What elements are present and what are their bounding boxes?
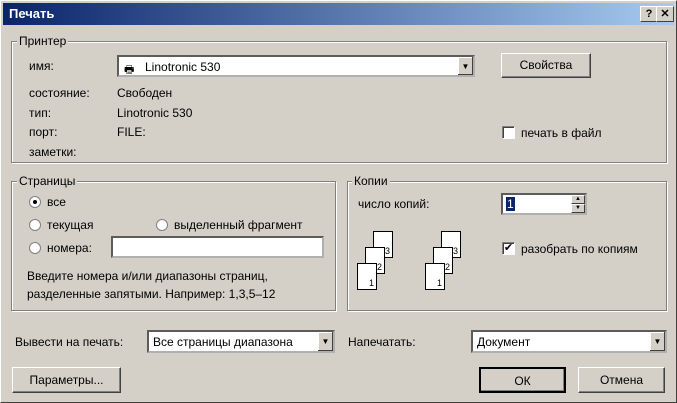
options-button-label: Параметры... — [29, 373, 104, 387]
window-title: Печать — [9, 6, 55, 21]
chevron-down-icon[interactable]: ▼ — [649, 332, 665, 351]
copies-count-input[interactable]: 1 ▲ ▼ — [501, 193, 587, 215]
copies-count-value: 1 — [506, 197, 515, 211]
title-bar: Печать ? ✕ — [3, 3, 674, 25]
print-value: Документ — [477, 335, 531, 349]
port-label: порт: — [29, 125, 58, 139]
collate-checkbox[interactable]: ✔ — [502, 242, 515, 255]
port-value: FILE: — [117, 125, 146, 139]
notes-label: заметки: — [29, 145, 77, 159]
pages-selection-radio[interactable] — [156, 219, 168, 231]
spin-up-button[interactable]: ▲ — [571, 195, 585, 204]
pages-all-radio[interactable] — [29, 196, 41, 208]
pages-selection-label[interactable]: выделенный фрагмент — [174, 218, 303, 232]
pages-numbers-radio[interactable] — [29, 242, 41, 254]
ok-button-label: ОК — [514, 374, 531, 388]
page-numbers-input[interactable] — [111, 236, 324, 258]
status-label: состояние: — [29, 86, 90, 100]
status-value: Свободен — [117, 86, 173, 100]
printer-legend: Принтер — [17, 34, 69, 48]
pages-numbers-label[interactable]: номера: — [47, 241, 92, 255]
collate-label[interactable]: разобрать по копиям — [521, 242, 638, 256]
print-what-select[interactable]: Все страницы диапазона ▼ — [147, 330, 335, 353]
printer-name-value: Linotronic 530 — [145, 60, 221, 74]
ok-button[interactable]: ОК — [479, 367, 566, 393]
printer-icon: 🖶 — [124, 64, 135, 76]
chevron-down-icon[interactable]: ▼ — [457, 57, 473, 75]
properties-button[interactable]: Свойства — [501, 53, 591, 78]
print-select[interactable]: Документ ▼ — [471, 330, 667, 353]
pages-hint-line2: разделенные запятыми. Например: 1,3,5–12 — [27, 287, 276, 301]
print-label: Напечатать: — [348, 335, 416, 349]
cancel-button-label: Отмена — [599, 373, 644, 387]
copies-legend: Копии — [352, 174, 390, 188]
cancel-button[interactable]: Отмена — [578, 367, 665, 393]
pages-hint-line1: Введите номера и/или диапазоны страниц, — [27, 269, 268, 283]
printer-name-select[interactable]: 🖶 Linotronic 530 ▼ — [117, 55, 475, 77]
pages-current-label[interactable]: текущая — [47, 218, 93, 232]
page-icon: 1 — [357, 263, 377, 290]
spin-down-button[interactable]: ▼ — [571, 204, 585, 213]
print-what-label: Вывести на печать: — [15, 335, 124, 349]
options-button[interactable]: Параметры... — [12, 367, 121, 393]
type-value: Linotronic 530 — [117, 106, 193, 120]
copies-spinner[interactable]: ▲ ▼ — [571, 195, 585, 213]
page-icon: 1 — [425, 263, 445, 290]
pages-legend: Страницы — [17, 174, 78, 188]
type-label: тип: — [29, 106, 52, 120]
print-what-value: Все страницы диапазона — [153, 335, 293, 349]
close-button[interactable]: ✕ — [656, 6, 674, 22]
print-to-file-label[interactable]: печать в файл — [521, 126, 601, 140]
chevron-down-icon[interactable]: ▼ — [317, 332, 333, 351]
properties-button-label: Свойства — [519, 58, 573, 72]
pages-current-radio[interactable] — [29, 219, 41, 231]
print-to-file-checkbox[interactable] — [502, 126, 515, 139]
pages-all-label[interactable]: все — [47, 195, 66, 209]
print-dialog: Печать ? ✕ Принтер имя: 🖶 Linotronic 530… — [0, 0, 677, 403]
printer-name-label: имя: — [29, 59, 54, 73]
copies-count-label: число копий: — [358, 197, 430, 211]
